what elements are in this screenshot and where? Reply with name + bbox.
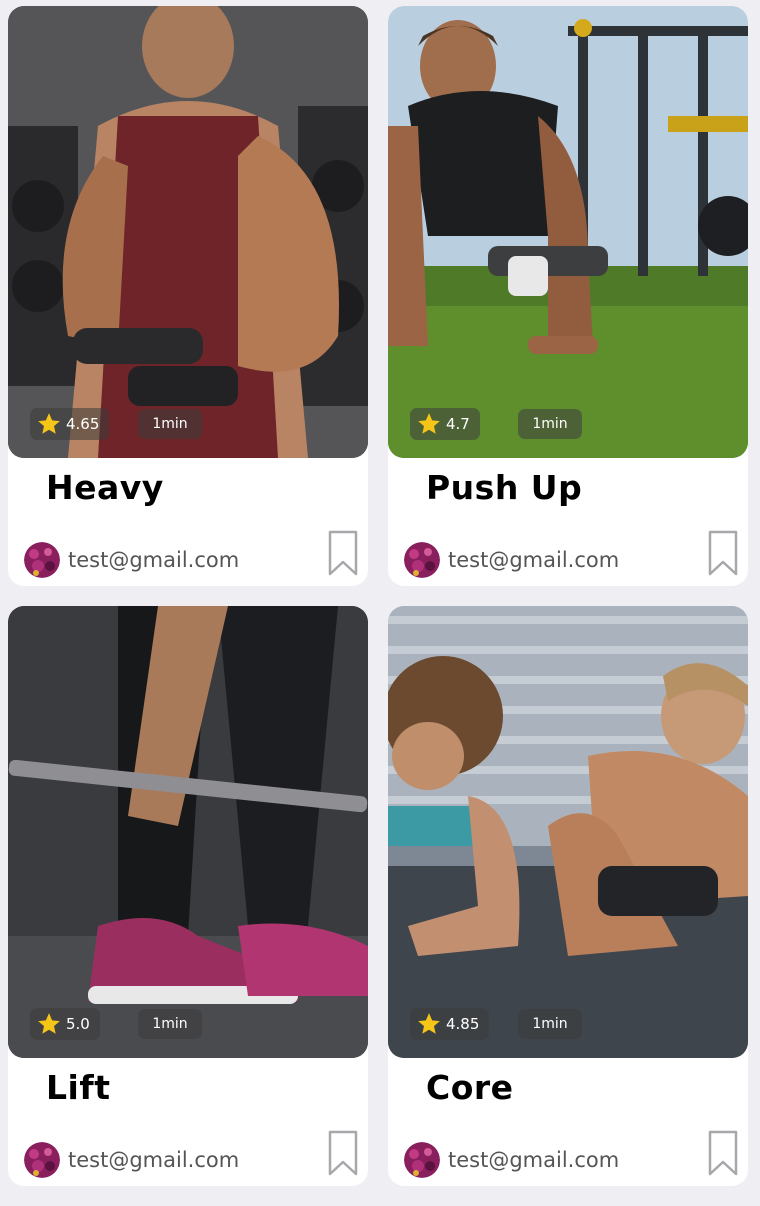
duration-badge: 1min — [138, 1009, 202, 1039]
workout-card[interactable]: 4.65 1min Heavy test@gmail.com — [8, 6, 368, 586]
rating-value: 4.7 — [446, 415, 470, 433]
workout-title: Heavy — [46, 468, 164, 507]
workout-photo[interactable]: 4.65 1min — [8, 6, 368, 458]
author-row: test@gmail.com — [24, 542, 239, 578]
workout-card[interactable]: 4.7 1min Push Up test@gmail.com — [388, 6, 748, 586]
author-email: test@gmail.com — [68, 548, 240, 572]
author-email: test@gmail.com — [448, 1148, 620, 1172]
workout-card[interactable]: 5.0 1min Lift test@gmail.com — [8, 606, 368, 1186]
author-row: test@gmail.com — [404, 1142, 619, 1178]
workout-card[interactable]: 4.85 1min Core test@gmail.com — [388, 606, 748, 1186]
rating-value: 4.85 — [446, 1015, 480, 1033]
bookmark-icon[interactable] — [708, 1130, 738, 1176]
workout-title: Lift — [46, 1068, 111, 1107]
bookmark-icon[interactable] — [708, 530, 738, 576]
author-email: test@gmail.com — [448, 548, 620, 572]
author-row: test@gmail.com — [404, 542, 619, 578]
rating-value: 4.65 — [66, 415, 100, 433]
star-icon — [418, 413, 440, 434]
author-email: test@gmail.com — [68, 1148, 240, 1172]
rating-badge: 4.7 — [410, 408, 480, 440]
duration-badge: 1min — [518, 1009, 582, 1039]
star-icon — [38, 413, 60, 434]
avatar — [24, 542, 60, 578]
workout-photo[interactable]: 4.7 1min — [388, 6, 748, 458]
rating-value: 5.0 — [66, 1015, 90, 1033]
rating-badge: 4.85 — [410, 1008, 490, 1040]
star-icon — [38, 1013, 60, 1034]
workout-title: Push Up — [426, 468, 583, 507]
avatar — [404, 542, 440, 578]
author-row: test@gmail.com — [24, 1142, 239, 1178]
workout-photo[interactable]: 4.85 1min — [388, 606, 748, 1058]
duration-badge: 1min — [518, 409, 582, 439]
bookmark-icon[interactable] — [328, 530, 358, 576]
duration-badge: 1min — [138, 409, 202, 439]
avatar — [404, 1142, 440, 1178]
star-icon — [418, 1013, 440, 1034]
workout-photo[interactable]: 5.0 1min — [8, 606, 368, 1058]
rating-badge: 5.0 — [30, 1008, 100, 1040]
workout-grid: 4.65 1min Heavy test@gmail.com 4.7 1min … — [0, 0, 760, 1206]
avatar — [24, 1142, 60, 1178]
workout-title: Core — [426, 1068, 514, 1107]
bookmark-icon[interactable] — [328, 1130, 358, 1176]
rating-badge: 4.65 — [30, 408, 110, 440]
